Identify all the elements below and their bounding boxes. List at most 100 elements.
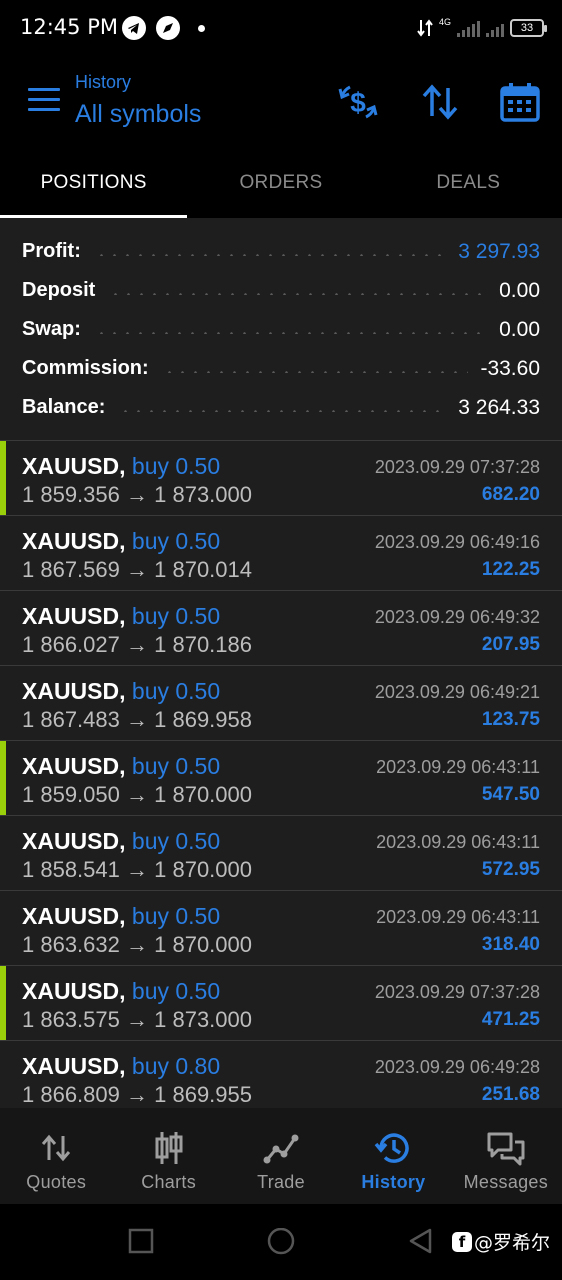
open-price: 1 867.569 [22,557,120,582]
svg-text:$: $ [350,87,366,118]
position-time: 2023.09.29 06:49:28 [374,1057,540,1077]
position-symbol: XAUUSD, buy 0.50 [22,903,220,930]
symbol-name: XAUUSD, [22,528,126,554]
position-row[interactable]: XAUUSD, buy 0.50 1 859.050 → 1 870.000 202… [0,740,562,816]
position-prices: 1 859.356 → 1 873.000 [22,482,252,508]
price-arrow: → [126,557,148,582]
position-profit: 547.50 [481,784,540,805]
currency-exchange-icon[interactable]: $ [336,80,380,124]
open-price: 1 867.483 [22,707,120,732]
position-marker [0,966,6,1041]
open-price: 1 863.575 [22,1007,120,1032]
history-icon [375,1133,410,1163]
symbol-name: XAUUSD, [22,978,126,1004]
back-icon[interactable] [408,1228,434,1256]
position-row[interactable]: XAUUSD, buy 0.50 1 859.356 → 1 873.000 202… [0,440,562,516]
position-prices: 1 867.483 → 1 869.958 [22,707,252,733]
position-marker [0,441,6,516]
price-arrow: → [126,1007,148,1032]
position-time: 2023.09.29 06:43:11 [376,832,540,852]
nav-charts[interactable]: Charts [112,1108,224,1204]
calendar-icon[interactable] [498,80,542,124]
price-arrow: → [126,632,148,657]
position-row[interactable]: XAUUSD, buy 0.50 1 863.575 → 1 873.000 202… [0,965,562,1041]
position-prices: 1 859.050 → 1 870.000 [22,782,252,808]
sort-icon[interactable] [418,80,462,124]
position-side: buy 0.50 [131,603,221,629]
nav-trade[interactable]: Trade [225,1108,337,1204]
home-icon[interactable] [266,1228,296,1258]
position-profit: 122.25 [481,559,540,580]
summary-panel: Profit: 3 297.93 Deposit 0.00 Swap: 0.00… [0,218,562,440]
battery-icon: 33 [510,19,547,37]
position-marker [0,741,6,816]
position-symbol: XAUUSD, buy 0.50 [22,678,220,705]
position-prices: 1 866.809 → 1 869.955 [22,1082,252,1108]
header-subtitle: History [75,72,132,92]
position-time: 2023.09.29 06:49:21 [374,682,540,702]
position-symbol: XAUUSD, buy 0.50 [22,753,220,780]
signal-icon [457,19,480,37]
position-side: buy 0.50 [131,753,221,779]
dot-leader [94,331,488,334]
messages-icon [487,1132,525,1166]
app-bar: History All symbols $ [0,58,562,148]
summary-row-balance: Balance: 3 264.33 [0,388,562,427]
symbol-name: XAUUSD, [22,678,126,704]
symbol-filter[interactable]: All symbols [75,100,201,129]
position-side: buy 0.50 [131,678,221,704]
close-price: 1 873.000 [154,1007,252,1032]
status-bar: 12:45 PM 4G 33 [0,0,562,58]
status-right: 4G 33 [417,17,547,39]
data-transfer-icon [417,19,433,37]
tab-orders[interactable]: ORDERS [187,148,374,218]
nav-quotes[interactable]: Quotes [0,1108,112,1204]
summary-label: Balance: [22,396,106,418]
position-time: 2023.09.29 06:49:32 [374,607,540,627]
position-symbol: XAUUSD, buy 0.80 [22,1053,220,1080]
position-row[interactable]: XAUUSD, buy 0.50 1 858.541 → 1 870.000 202… [0,815,562,890]
position-side: buy 0.50 [131,453,221,479]
close-price: 1 870.000 [154,782,252,807]
compass-app-icon [156,16,180,40]
dot-leader [119,409,447,412]
nav-label: Charts [141,1172,197,1192]
network-type: 4G [438,17,451,27]
menu-icon[interactable] [28,88,60,114]
nav-messages[interactable]: Messages [450,1108,562,1204]
quotes-icon [42,1134,71,1162]
position-profit: 251.68 [481,1084,540,1105]
price-arrow: → [126,932,148,957]
position-row[interactable]: XAUUSD, buy 0.50 1 867.483 → 1 869.958 202… [0,665,562,740]
position-side: buy 0.50 [131,903,221,929]
symbol-name: XAUUSD, [22,753,126,779]
close-price: 1 870.000 [154,857,252,882]
open-price: 1 859.050 [22,782,120,807]
dot-leader [94,253,447,256]
summary-label: Profit: [22,240,81,262]
open-price: 1 859.356 [22,482,120,507]
nav-label: History [361,1172,426,1192]
close-price: 1 870.186 [154,632,252,657]
position-row[interactable]: XAUUSD, buy 0.80 1 866.809 → 1 869.955 202… [0,1040,562,1115]
position-time: 2023.09.29 06:43:11 [376,757,540,777]
tab-deals[interactable]: DEALS [375,148,562,218]
position-time: 2023.09.29 06:43:11 [376,907,540,927]
recents-icon[interactable] [128,1228,154,1254]
symbol-name: XAUUSD, [22,1053,126,1079]
symbol-name: XAUUSD, [22,453,126,479]
position-prices: 1 863.632 → 1 870.000 [22,932,252,958]
open-price: 1 863.632 [22,932,120,957]
tab-positions[interactable]: POSITIONS [0,148,188,218]
position-row[interactable]: XAUUSD, buy 0.50 1 867.569 → 1 870.014 202… [0,515,562,590]
watermark: f @罗希尔 [452,1228,550,1255]
tab-bar: POSITIONS ORDERS DEALS [0,148,562,218]
position-row[interactable]: XAUUSD, buy 0.50 1 863.632 → 1 870.000 202… [0,890,562,965]
symbol-name: XAUUSD, [22,603,126,629]
trade-icon [263,1134,299,1164]
nav-history[interactable]: History [337,1108,449,1204]
position-row[interactable]: XAUUSD, buy 0.50 1 866.027 → 1 870.186 202… [0,590,562,665]
position-symbol: XAUUSD, buy 0.50 [22,603,220,630]
price-arrow: → [126,707,148,732]
signal-icon-2 [486,19,504,37]
